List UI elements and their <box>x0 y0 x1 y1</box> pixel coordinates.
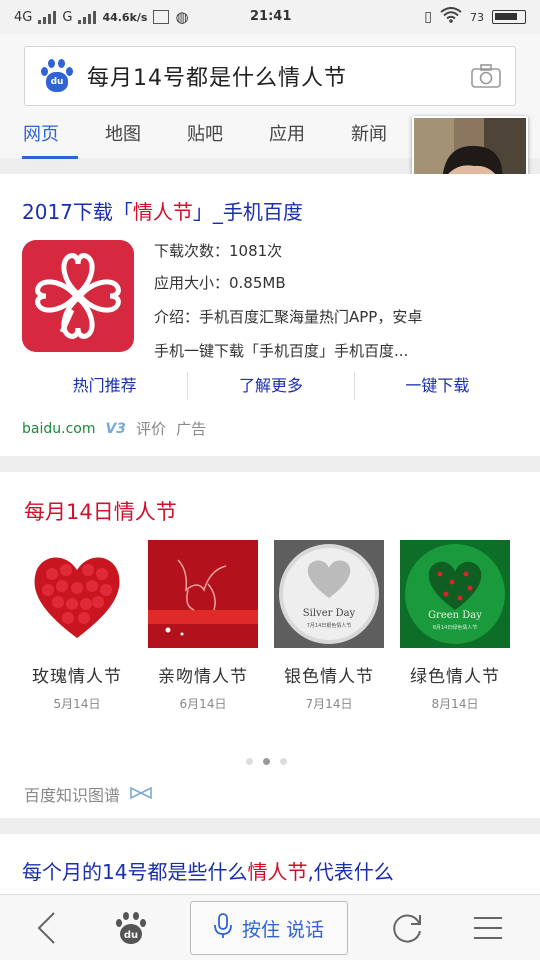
gallery-name: 绿色情人节 <box>410 667 500 687</box>
review-link[interactable]: 评价 <box>136 418 166 439</box>
result3-title[interactable]: 每个月的14号都是些什么情人节,代表什么 <box>22 856 394 885</box>
voice-button-label: 按住 说话 <box>241 918 325 941</box>
tab-web[interactable]: 网页 <box>0 118 82 158</box>
refresh-icon[interactable] <box>390 911 424 949</box>
gallery-date: 5月14日 <box>53 697 101 711</box>
vibrate-icon: ▯ <box>424 9 432 25</box>
knowledge-card: 每月14日情人节 玫瑰情人节 5月14日 亲吻情人节 6月14日 Silver … <box>0 472 540 818</box>
source-url[interactable]: baidu.com <box>22 421 95 437</box>
silver-day-subtext: 7月14日银色情人节 <box>306 623 352 629</box>
silver-day-image: Silver Day 7月14日银色情人节 <box>274 540 384 648</box>
baidu-home-icon[interactable]: du <box>114 911 148 949</box>
gallery-name: 银色情人节 <box>284 667 374 687</box>
tab-tieba[interactable]: 贴吧 <box>164 118 246 158</box>
bowtie-icon <box>130 785 152 804</box>
title-prefix: 2017下载「 <box>22 200 133 224</box>
gallery-date: 8月14日 <box>431 697 479 711</box>
camera-icon[interactable] <box>471 64 501 88</box>
app-icon[interactable] <box>22 240 134 352</box>
app-size: 应用大小：0.85MB <box>154 274 286 292</box>
title-highlight: 情人节 <box>247 860 308 884</box>
tab-map[interactable]: 地图 <box>82 118 164 158</box>
green-day-image: Green Day 8月14日绿色情人节 <box>400 540 510 648</box>
title-suffix: 」_手机百度 <box>192 200 303 224</box>
carousel-indicator <box>246 758 287 765</box>
result-card-3: 每个月的14号都是些什么情人节,代表什么 <box>0 834 540 894</box>
status-bar: 4G G 44.6k/s ◍ 21:41 ▯ 73 <box>0 0 540 34</box>
bottom-toolbar: du 按住 说话 <box>0 894 540 960</box>
one-click-download-link[interactable]: 一键下载 <box>353 372 520 400</box>
network-type-4g: 4G <box>14 9 33 25</box>
microphone-icon <box>214 912 232 944</box>
signal-bars-icon-2 <box>78 10 97 24</box>
app-actions: 热门推荐 了解更多 一键下载 <box>22 372 520 400</box>
valentine-gallery: 玫瑰情人节 5月14日 亲吻情人节 6月14日 Silver Day 7月14日… <box>22 540 510 712</box>
battery-icon <box>492 10 526 24</box>
green-day-subtext: 8月14日绿色情人节 <box>432 625 478 631</box>
source-row: baidu.com V3 评价 广告 <box>22 418 206 439</box>
battery-percent: 73 <box>470 10 484 24</box>
tab-active-indicator <box>22 156 78 159</box>
gallery-date: 7月14日 <box>305 697 353 711</box>
wifi-icon <box>440 7 462 27</box>
svg-text:du: du <box>124 930 138 941</box>
silver-day-text: Silver Day <box>302 608 356 619</box>
tab-news[interactable]: 新闻 <box>328 118 410 158</box>
v3-badge[interactable]: V3 <box>105 421 126 437</box>
rose-heart-image <box>22 540 132 648</box>
green-day-text: Green Day <box>428 610 482 621</box>
knowledge-title[interactable]: 每月14日情人节 <box>24 496 177 526</box>
carousel-dot[interactable] <box>280 758 287 765</box>
search-input[interactable]: du 每月14号都是什么情人节 <box>24 46 516 106</box>
gallery-item-rose[interactable]: 玫瑰情人节 5月14日 <box>22 540 132 712</box>
network-speed: 44.6k/s <box>102 10 148 24</box>
carousel-dot-active[interactable] <box>263 758 270 765</box>
title-highlight: 情人节 <box>132 200 193 224</box>
screenshot-icon <box>153 10 170 24</box>
title-prefix: 每个月的14号都是些什么 <box>22 860 248 884</box>
menu-icon[interactable] <box>472 915 504 945</box>
gallery-item-kiss[interactable]: 亲吻情人节 6月14日 <box>148 540 258 712</box>
gallery-name: 亲吻情人节 <box>158 667 248 687</box>
network-type-g: G <box>62 9 73 25</box>
voice-search-button[interactable]: 按住 说话 <box>190 901 348 955</box>
app-intro-line1: 介绍：手机百度汇聚海量热门APP，安卓 <box>154 308 423 326</box>
app-result-title[interactable]: 2017下载「情人节」_手机百度 <box>22 196 303 225</box>
wechat-icon: ◍ <box>175 8 189 26</box>
baidu-logo-icon: du <box>39 58 75 94</box>
carousel-dot[interactable] <box>246 758 253 765</box>
knowledge-graph-label: 百度知识图谱 <box>24 786 121 805</box>
title-suffix: ,代表什么 <box>307 860 394 884</box>
ad-label: 广告 <box>176 420 207 438</box>
hot-recommend-link[interactable]: 热门推荐 <box>22 372 187 400</box>
knowledge-graph-footer[interactable]: 百度知识图谱 <box>24 782 152 806</box>
back-icon[interactable] <box>34 911 60 949</box>
search-query: 每月14号都是什么情人节 <box>87 66 347 91</box>
gallery-date: 6月14日 <box>179 697 227 711</box>
gallery-item-silver[interactable]: Silver Day 7月14日银色情人节 银色情人节 7月14日 <box>274 540 384 712</box>
gallery-name: 玫瑰情人节 <box>32 667 122 687</box>
kiss-image <box>148 540 258 648</box>
learn-more-link[interactable]: 了解更多 <box>187 372 353 400</box>
clock: 21:41 <box>250 9 292 24</box>
gallery-item-green[interactable]: Green Day 8月14日绿色情人节 绿色情人节 8月14日 <box>400 540 510 712</box>
tab-apps[interactable]: 应用 <box>246 118 328 158</box>
app-intro-line2: 手机一键下载「手机百度」手机百度... <box>154 342 409 360</box>
app-result-card: 2017下载「情人节」_手机百度 下载次数：1081次 应用大小：0.85MB … <box>0 174 540 456</box>
download-count: 下载次数：1081次 <box>154 242 283 260</box>
signal-bars-icon <box>38 10 57 24</box>
